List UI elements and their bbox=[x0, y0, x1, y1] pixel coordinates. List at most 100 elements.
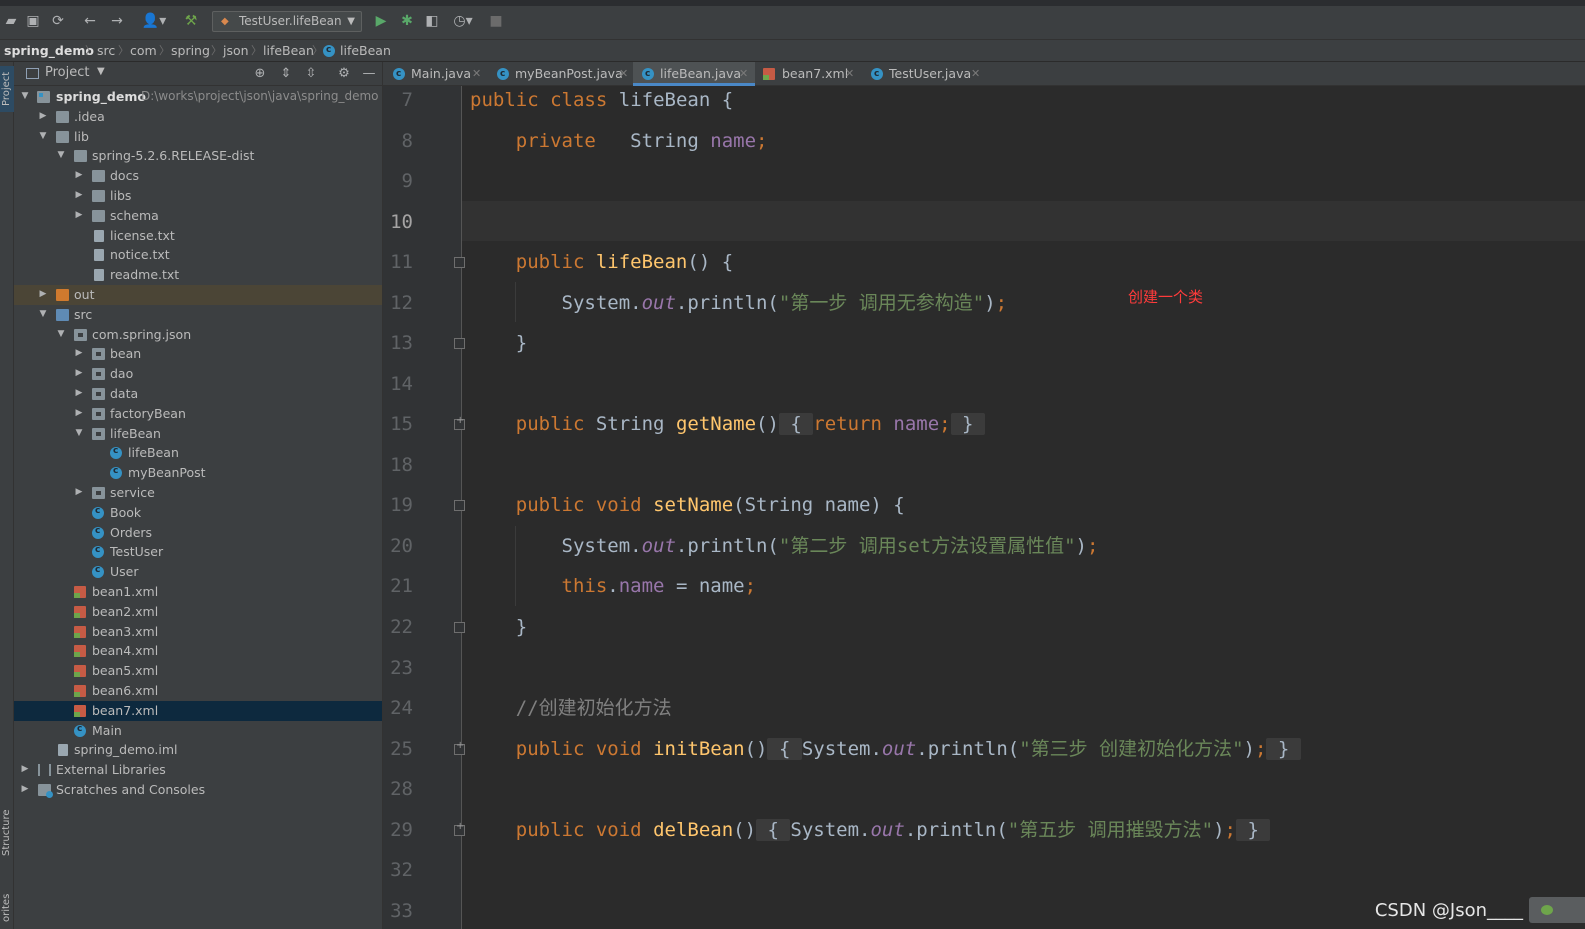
tree-item-license[interactable]: license.txt bbox=[14, 226, 382, 246]
chevron-down-icon[interactable]: ▼ bbox=[20, 87, 30, 107]
tree-item-notice[interactable]: notice.txt bbox=[14, 245, 382, 265]
chevron-down-icon[interactable]: ▼ bbox=[74, 424, 84, 444]
code-line-21[interactable]: this.name = name; bbox=[470, 566, 757, 606]
fold-expand-marker[interactable] bbox=[454, 415, 465, 430]
tree-item-lib[interactable]: ▼ lib bbox=[14, 127, 382, 147]
breadcrumb-item[interactable]: json bbox=[223, 40, 249, 61]
back-icon[interactable]: ← bbox=[81, 12, 99, 30]
chevron-right-icon[interactable]: ▶ bbox=[74, 186, 84, 206]
tree-item-spring-dist[interactable]: ▼ spring-5.2.6.RELEASE-dist bbox=[14, 146, 382, 166]
code-line-15[interactable]: public String getName() { return name; } bbox=[470, 404, 985, 444]
tree-item-external-libraries[interactable]: ▶ External Libraries bbox=[14, 760, 382, 780]
tree-item-readme[interactable]: readme.txt bbox=[14, 265, 382, 285]
build-hammer-icon[interactable]: ⚒ bbox=[182, 12, 200, 30]
code-editor[interactable]: 7 8 9 10 11 12 13 14 15 18 19 20 21 22 2… bbox=[383, 86, 1585, 929]
code-line-12[interactable]: System.out.println("第一步 调用无参构造"); bbox=[470, 283, 1008, 323]
stop-icon[interactable]: ■ bbox=[487, 12, 505, 30]
structure-tool-tab[interactable]: Structure bbox=[0, 802, 14, 864]
breadcrumb-item[interactable]: lifeBean bbox=[340, 40, 391, 61]
chevron-right-icon[interactable]: ▶ bbox=[74, 384, 84, 404]
tree-item-orders[interactable]: Orders bbox=[14, 522, 382, 543]
tab-mybeanpost-java[interactable]: myBeanPost.java ✕ bbox=[488, 62, 631, 86]
tree-item-service[interactable]: ▶ service bbox=[14, 483, 382, 503]
chevron-right-icon[interactable]: ▶ bbox=[38, 285, 48, 305]
chevron-right-icon[interactable]: ▶ bbox=[74, 166, 84, 186]
tree-item-spring-demo[interactable]: ▼ spring_demo D:\works\project\json\java… bbox=[14, 87, 382, 107]
chevron-right-icon[interactable]: ▶ bbox=[20, 780, 30, 800]
tab-testuser-java[interactable]: TestUser.java ✕ bbox=[863, 62, 983, 86]
tree-item-com-spring-json[interactable]: ▼ com.spring.json bbox=[14, 325, 382, 345]
chevron-right-icon[interactable]: ▶ bbox=[74, 404, 84, 424]
close-icon[interactable]: ✕ bbox=[971, 62, 980, 85]
breadcrumb-item[interactable]: com bbox=[130, 40, 157, 61]
tree-item-bean5-xml[interactable]: bean5.xml bbox=[14, 661, 382, 681]
minimize-icon[interactable]: — bbox=[361, 65, 377, 83]
fold-marker[interactable] bbox=[454, 500, 465, 511]
tree-item-out[interactable]: ▶ out bbox=[14, 285, 382, 305]
folded-brace[interactable]: { bbox=[778, 413, 814, 435]
project-panel-title[interactable]: Project bbox=[45, 65, 89, 80]
tree-item-bean[interactable]: ▶ bean bbox=[14, 344, 382, 364]
tree-item-bean2-xml[interactable]: bean2.xml bbox=[14, 602, 382, 622]
favorites-tool-tab[interactable]: orites bbox=[0, 887, 14, 929]
fold-expand-marker[interactable] bbox=[454, 821, 465, 836]
folded-brace[interactable]: } bbox=[1236, 819, 1271, 841]
close-icon[interactable]: ✕ bbox=[739, 62, 748, 85]
tree-item-user[interactable]: User bbox=[14, 561, 382, 582]
run-configuration-dropdown[interactable]: ◆ TestUser.lifeBean ▼ bbox=[212, 11, 362, 32]
code-line-11[interactable]: public lifeBean() { bbox=[470, 242, 733, 282]
tree-item-scratches[interactable]: ▶ Scratches and Consoles bbox=[14, 780, 382, 800]
tab-main-java[interactable]: Main.java ✕ bbox=[383, 62, 486, 86]
locate-icon[interactable]: ⊕ bbox=[252, 65, 268, 83]
tree-item-mybeanpost[interactable]: myBeanPost bbox=[14, 462, 382, 483]
code-line-24[interactable]: //创建初始化方法 bbox=[470, 688, 672, 728]
breadcrumb-item[interactable]: spring bbox=[171, 40, 210, 61]
tree-item-bean7-xml[interactable]: bean7.xml bbox=[14, 700, 382, 721]
code-line-8[interactable]: private String name; bbox=[470, 121, 768, 161]
folded-brace[interactable]: } bbox=[950, 413, 985, 435]
tree-item-data[interactable]: ▶ data bbox=[14, 384, 382, 404]
profile-icon[interactable]: ◷▾ bbox=[449, 12, 477, 30]
coverage-icon[interactable]: ◧ bbox=[423, 12, 441, 30]
fold-marker[interactable] bbox=[454, 622, 465, 633]
chevron-right-icon[interactable]: ▶ bbox=[20, 760, 30, 780]
tree-item-book[interactable]: Book bbox=[14, 502, 382, 523]
tree-item-testuser[interactable]: TestUser bbox=[14, 541, 382, 562]
chevron-down-icon[interactable]: ▼ bbox=[56, 146, 66, 166]
folded-brace[interactable]: { bbox=[756, 819, 791, 841]
tree-item-bean1-xml[interactable]: bean1.xml bbox=[14, 582, 382, 602]
code-line-20[interactable]: System.out.println("第二步 调用set方法设置属性值"); bbox=[470, 526, 1099, 566]
collapse-all-icon[interactable]: ⇳ bbox=[303, 65, 319, 83]
tree-item-schema[interactable]: ▶ schema bbox=[14, 206, 382, 226]
tree-item-lifebean-class[interactable]: lifeBean bbox=[14, 442, 382, 463]
tree-item-bean4-xml[interactable]: bean4.xml bbox=[14, 641, 382, 661]
gear-icon[interactable]: ⚙ bbox=[336, 65, 352, 83]
sync-icon[interactable]: ⟳ bbox=[49, 12, 67, 30]
chevron-right-icon[interactable]: ▶ bbox=[74, 206, 84, 226]
fold-expand-marker[interactable] bbox=[454, 740, 465, 755]
chevron-right-icon[interactable]: ▶ bbox=[38, 107, 48, 127]
chevron-down-icon[interactable]: ▼ bbox=[38, 127, 48, 147]
debug-icon[interactable]: ✱ bbox=[398, 12, 416, 30]
chevron-right-icon[interactable]: ▶ bbox=[74, 344, 84, 364]
tree-item-src[interactable]: ▼ src bbox=[14, 305, 382, 325]
chevron-right-icon[interactable]: ▶ bbox=[74, 483, 84, 503]
open-folder-icon[interactable]: ▰ bbox=[2, 12, 20, 30]
save-icon[interactable]: ▣ bbox=[24, 12, 42, 30]
tree-item-dao[interactable]: ▶ dao bbox=[14, 364, 382, 384]
code-line-19[interactable]: public void setName(String name) { bbox=[470, 485, 905, 525]
project-tool-tab[interactable]: Project bbox=[0, 66, 14, 112]
forward-icon[interactable]: → bbox=[108, 12, 126, 30]
close-icon[interactable]: ✕ bbox=[472, 62, 481, 85]
tab-bean7-xml[interactable]: bean7.xml ✕ bbox=[756, 62, 861, 86]
chevron-down-icon[interactable]: ▼ bbox=[38, 305, 48, 325]
code-line-25[interactable]: public void initBean() { System.out.prin… bbox=[470, 729, 1301, 769]
tree-item-idea[interactable]: ▶ .idea bbox=[14, 107, 382, 127]
chevron-right-icon[interactable]: ▶ bbox=[74, 364, 84, 384]
breadcrumb-item[interactable]: spring_demo bbox=[4, 40, 94, 61]
tree-item-bean3-xml[interactable]: bean3.xml bbox=[14, 622, 382, 642]
tab-lifebean-java[interactable]: lifeBean.java ✕ bbox=[633, 62, 755, 86]
tree-item-main[interactable]: Main bbox=[14, 720, 382, 741]
fold-marker[interactable] bbox=[454, 257, 465, 268]
code-line-29[interactable]: public void delBean() { System.out.print… bbox=[470, 810, 1271, 850]
